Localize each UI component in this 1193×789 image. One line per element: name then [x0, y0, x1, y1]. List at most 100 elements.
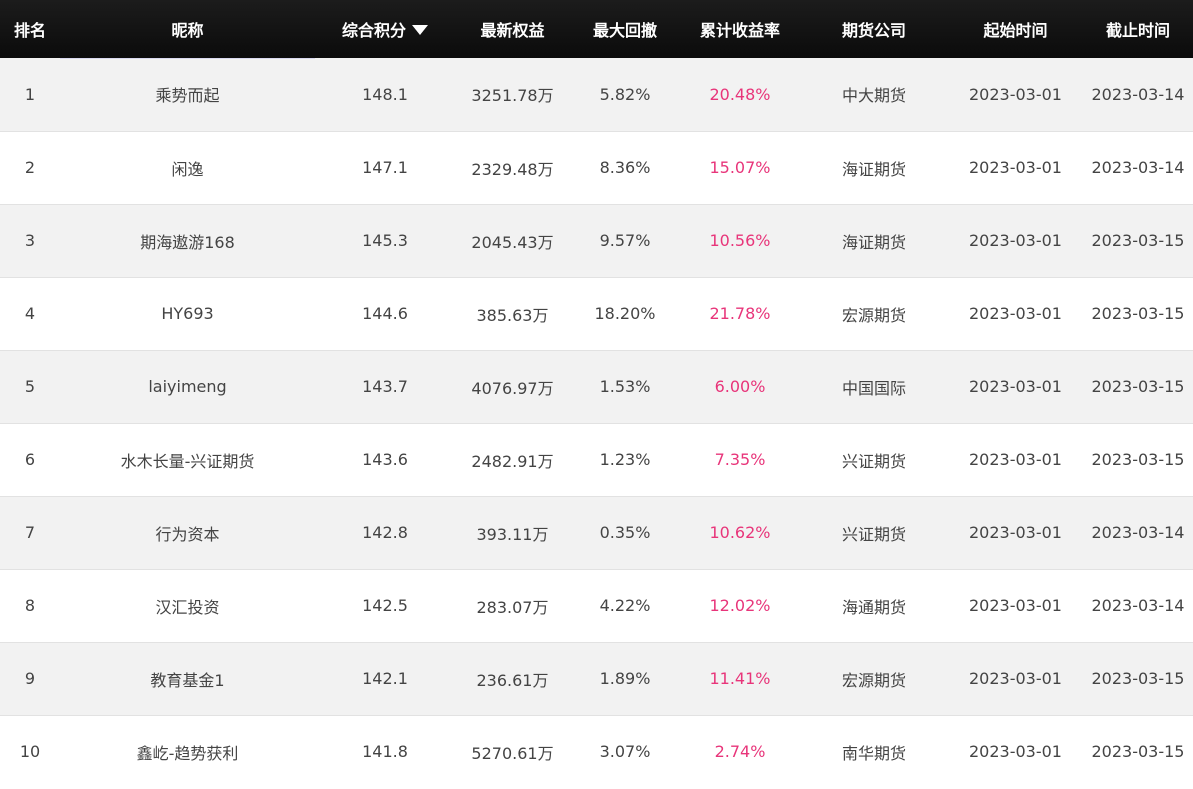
cell-company: 中国国际	[800, 349, 948, 423]
cell-nickname: 汉汇投资	[60, 568, 315, 642]
header-return: 累计收益率	[699, 21, 780, 40]
header-row: 排名 昵称 综合积分 最新权益 最大回撤 累计收益率 期货公司 起始时间 截止时…	[0, 0, 1193, 58]
cell-start-date: 2023-03-01	[969, 84, 1062, 104]
cell-drawdown: 1.53%	[570, 349, 680, 423]
cell-rank: 9	[0, 641, 60, 715]
cell-company: 海通期货	[800, 568, 948, 642]
cell-drawdown: 9.57%	[570, 203, 680, 277]
cell-end-date: 2023-03-14	[1083, 130, 1193, 204]
cell-nickname: 教育基金1	[60, 641, 315, 715]
cell-company: 兴证期货	[800, 495, 948, 569]
cell-end-date: 2023-03-14	[1083, 495, 1193, 569]
cell-start-date: 2023-03-01	[948, 203, 1083, 277]
cell-rank: 6	[0, 422, 60, 496]
cell-equity: 2329.48万	[455, 130, 570, 204]
cell-rank: 10	[0, 714, 60, 788]
cell-rank: 4	[0, 276, 60, 350]
cell-nickname: 乘势而起	[60, 58, 315, 131]
table-row: 6 水木长量-兴证期货 143.6 2482.91万 1.23% 7.35% 兴…	[0, 422, 1193, 496]
cell-return: 12.02%	[680, 568, 800, 642]
cell-drawdown: 1.89%	[570, 641, 680, 715]
cell-start-date: 2023-03-01	[948, 568, 1083, 642]
cell-equity: 5270.61万	[455, 714, 570, 788]
table-row: 2 闲逸 147.1 2329.48万 8.36% 15.07% 海证期货 20…	[0, 130, 1193, 204]
cell-company: 南华期货	[800, 714, 948, 788]
caret-down-icon[interactable]	[412, 25, 428, 35]
cell-drawdown: 0.35%	[570, 495, 680, 569]
cell-drawdown: 5.82%	[599, 84, 651, 104]
header-drawdown: 最大回撤	[592, 21, 657, 40]
header-rank: 排名	[13, 21, 46, 40]
table-row: 1 乘势而起 148.1 3251.78万 5.82% 20.48% 中大期货 …	[0, 58, 1193, 131]
table-row: 5 laiyimeng 143.7 4076.97万 1.53% 6.00% 中…	[0, 349, 1193, 423]
cell-nickname: 鑫屹-趋势获利	[60, 714, 315, 788]
cell-equity: 283.07万	[455, 568, 570, 642]
cell-equity: 236.61万	[455, 641, 570, 715]
cell-start-date: 2023-03-01	[948, 641, 1083, 715]
cell-company: 宏源期货	[800, 276, 948, 350]
cell-rank: 8	[0, 568, 60, 642]
cell-score: 142.1	[315, 641, 455, 715]
cell-end-date: 2023-03-15	[1083, 641, 1193, 715]
cell-rank: 5	[0, 349, 60, 423]
cell-nickname: 行为资本	[60, 495, 315, 569]
cell-nickname: 期海遨游168	[60, 203, 315, 277]
table-body: 1 乘势而起 148.1 3251.78万 5.82% 20.48% 中大期货 …	[0, 58, 1193, 788]
cell-return: 10.62%	[680, 495, 800, 569]
cell-drawdown: 18.20%	[570, 276, 680, 350]
table-row: 9 教育基金1 142.1 236.61万 1.89% 11.41% 宏源期货 …	[0, 641, 1193, 715]
cell-nickname: 闲逸	[60, 130, 315, 204]
cell-start-date: 2023-03-01	[948, 349, 1083, 423]
cell-equity: 2482.91万	[455, 422, 570, 496]
cell-nickname: laiyimeng	[60, 349, 315, 423]
header-equity: 最新权益	[480, 21, 545, 40]
cell-drawdown: 8.36%	[570, 130, 680, 204]
table-row: 8 汉汇投资 142.5 283.07万 4.22% 12.02% 海通期货 2…	[0, 568, 1193, 642]
cell-score: 143.7	[315, 349, 455, 423]
cell-equity: 385.63万	[455, 276, 570, 350]
cell-drawdown: 1.23%	[570, 422, 680, 496]
cell-nickname: 水木长量-兴证期货	[60, 422, 315, 496]
cell-score: 141.8	[315, 714, 455, 788]
cell-score: 143.6	[315, 422, 455, 496]
cell-start-date: 2023-03-01	[948, 276, 1083, 350]
cell-return: 10.56%	[680, 203, 800, 277]
header-score-label: 综合积分	[341, 21, 406, 40]
cell-rank: 7	[0, 495, 60, 569]
header-score-sortable[interactable]: 综合积分	[315, 0, 455, 58]
header-nickname: 昵称	[171, 21, 204, 40]
cell-score: 145.3	[315, 203, 455, 277]
header-start-date: 起始时间	[983, 21, 1048, 40]
cell-rank: 3	[0, 203, 60, 277]
cell-company: 海证期货	[800, 203, 948, 277]
cell-start-date: 2023-03-01	[948, 714, 1083, 788]
cell-rank: 2	[0, 130, 60, 204]
cell-equity: 3251.78万	[471, 86, 554, 106]
cell-return: 7.35%	[680, 422, 800, 496]
cell-drawdown: 4.22%	[570, 568, 680, 642]
cell-equity: 393.11万	[455, 495, 570, 569]
table-row: 3 期海遨游168 145.3 2045.43万 9.57% 10.56% 海证…	[0, 203, 1193, 277]
table-row: 4 HY693 144.6 385.63万 18.20% 21.78% 宏源期货…	[0, 276, 1193, 350]
table-row: 10 鑫屹-趋势获利 141.8 5270.61万 3.07% 2.74% 南华…	[0, 714, 1193, 788]
cell-start-date: 2023-03-01	[948, 130, 1083, 204]
header-end-date: 截止时间	[1105, 21, 1170, 40]
cell-end-date: 2023-03-15	[1083, 714, 1193, 788]
cell-start-date: 2023-03-01	[948, 422, 1083, 496]
cell-end-date: 2023-03-15	[1083, 349, 1193, 423]
cell-score: 142.5	[315, 568, 455, 642]
cell-company: 兴证期货	[800, 422, 948, 496]
cell-company: 海证期货	[800, 130, 948, 204]
cell-end-date: 2023-03-15	[1083, 422, 1193, 496]
cell-end-date: 2023-03-15	[1083, 276, 1193, 350]
table-header: 排名 昵称 综合积分 最新权益 最大回撤 累计收益率 期货公司 起始时间 截止时…	[0, 0, 1193, 58]
cell-return: 11.41%	[680, 641, 800, 715]
cell-rank: 1	[24, 84, 36, 104]
cell-score: 148.1	[362, 84, 408, 104]
cell-drawdown: 3.07%	[570, 714, 680, 788]
header-company: 期货公司	[841, 21, 906, 40]
cell-score: 142.8	[315, 495, 455, 569]
cell-score: 147.1	[315, 130, 455, 204]
cell-nickname: HY693	[60, 276, 315, 350]
ranking-table: 排名 昵称 综合积分 最新权益 最大回撤 累计收益率 期货公司 起始时间 截止时…	[0, 0, 1193, 788]
